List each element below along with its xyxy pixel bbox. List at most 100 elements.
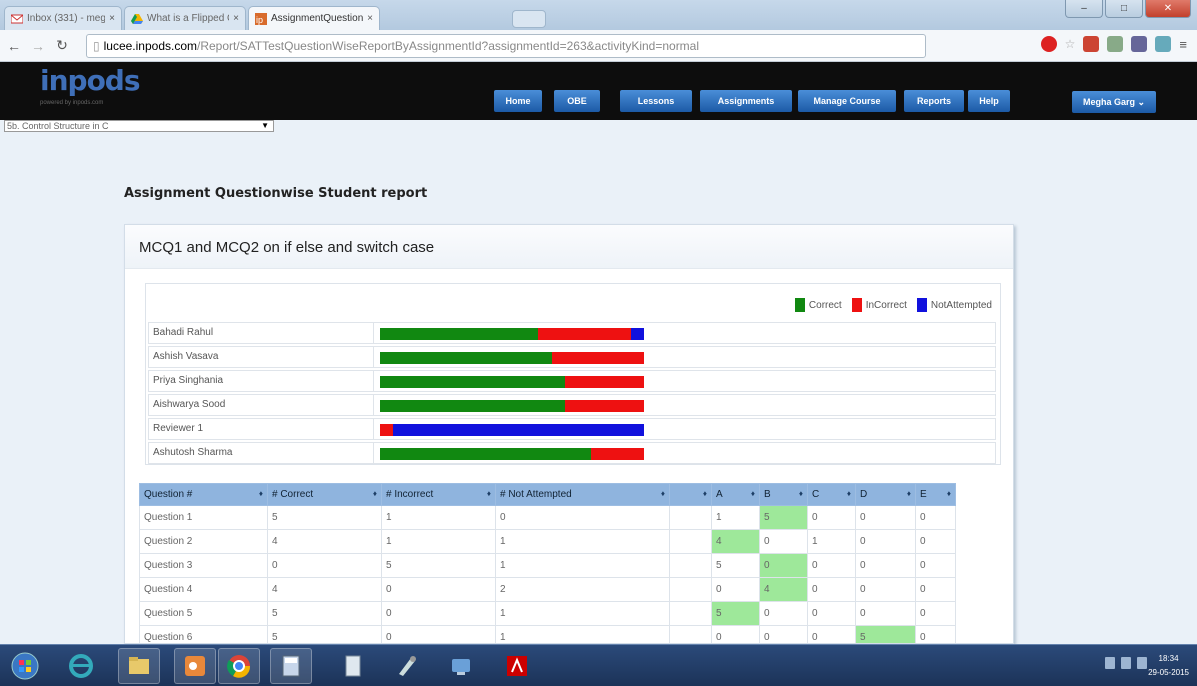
sort-icon[interactable]: ♦ (487, 489, 491, 498)
taskbar-button[interactable] (118, 648, 160, 684)
browser-tab-bar: Inbox (331) - meghagarg × What is a Flip… (0, 0, 1197, 30)
tray-icon[interactable] (1121, 657, 1131, 669)
extension-icon[interactable] (1083, 36, 1100, 52)
taskbar-button[interactable] (270, 648, 312, 684)
table-cell: 1 (381, 505, 496, 530)
column-header[interactable]: C ♦ (807, 483, 856, 506)
nav-obe[interactable]: OBE (554, 90, 600, 112)
forward-arrow-icon[interactable]: → (28, 34, 48, 58)
stacked-bar (380, 400, 644, 412)
user-menu-button[interactable]: Megha Garg ⌄ (1072, 91, 1156, 113)
column-header[interactable]: ♦ (669, 483, 712, 506)
student-name: Aishwarya Sood (153, 399, 226, 410)
menu-icon[interactable]: ≡ (1179, 37, 1187, 52)
sort-icon[interactable]: ♦ (703, 489, 707, 498)
table-cell (669, 577, 712, 602)
bar-segment-notattempted (630, 328, 644, 340)
taskbar-button[interactable] (174, 648, 216, 684)
reload-icon[interactable]: ↻ (52, 34, 72, 58)
nav-home[interactable]: Home (494, 90, 542, 112)
sort-icon[interactable]: ♦ (847, 489, 851, 498)
column-header[interactable]: B ♦ (759, 483, 808, 506)
legend-swatch (916, 298, 927, 312)
taskbar-button[interactable] (386, 648, 428, 684)
table-cell: 0 (381, 577, 496, 602)
tab-assignment-report[interactable]: ip AssignmentQuestionWise × (248, 6, 380, 30)
chart-row: Priya Singhania (148, 370, 996, 392)
minimize-button[interactable]: – (1065, 0, 1103, 18)
nav-lessons[interactable]: Lessons (620, 90, 692, 112)
clock[interactable]: 18:34 29-05-2015 (1148, 652, 1189, 680)
nav-reports[interactable]: Reports (904, 90, 964, 112)
table-cell: 0 (711, 577, 760, 602)
table-cell: 0 (807, 625, 856, 643)
chart-row: Reviewer 1 (148, 418, 996, 440)
legend-item-correct: Correct (794, 298, 842, 312)
row-divider (373, 395, 374, 415)
nav-manage-course[interactable]: Manage Course (798, 90, 896, 112)
page-icon: ▯ (93, 39, 100, 53)
table-cell: 4 (711, 529, 760, 554)
table-cell: Question 6 (139, 625, 268, 643)
sort-icon[interactable]: ♦ (947, 489, 951, 498)
taskbar-button[interactable] (218, 648, 260, 684)
inpods-logo[interactable]: inpods (40, 64, 141, 97)
report-panel: MCQ1 and MCQ2 on if else and switch case… (124, 224, 1014, 644)
table-cell: 0 (495, 505, 670, 530)
sort-icon[interactable]: ♦ (751, 489, 755, 498)
column-header[interactable]: # Incorrect ♦ (381, 483, 496, 506)
legend-swatch (794, 298, 805, 312)
taskbar-button[interactable] (60, 648, 102, 684)
column-header[interactable]: Question # ♦ (139, 483, 268, 506)
taskbar-button[interactable] (496, 648, 538, 684)
column-header[interactable]: A ♦ (711, 483, 760, 506)
adblock-icon[interactable] (1040, 36, 1057, 52)
star-icon[interactable]: ☆ (1065, 37, 1076, 51)
taskbar-button[interactable] (440, 648, 482, 684)
course-select[interactable]: 5b. Control Structure in C ▼ (4, 120, 274, 132)
column-header[interactable]: D ♦ (855, 483, 916, 506)
table-cell: 0 (915, 505, 956, 530)
sort-icon[interactable]: ♦ (373, 489, 377, 498)
column-header-label: C (812, 489, 820, 500)
sort-icon[interactable]: ♦ (799, 489, 803, 498)
table-row: Question 305150000 (139, 553, 956, 578)
gmail-icon (11, 14, 23, 23)
nav-help[interactable]: Help (968, 90, 1010, 112)
extension-icon[interactable] (1131, 36, 1148, 52)
extension-icon[interactable] (1107, 36, 1124, 52)
column-header-label: B (764, 489, 771, 500)
new-tab-button[interactable] (512, 10, 546, 28)
address-bar[interactable]: ▯ lucee.inpods.com/Report/SATTestQuestio… (86, 34, 926, 58)
column-header[interactable]: # Not Attempted ♦ (495, 483, 670, 506)
back-arrow-icon[interactable]: ← (4, 34, 24, 58)
tray-icon[interactable] (1105, 657, 1115, 669)
table-cell: 0 (855, 553, 916, 578)
close-icon[interactable]: × (109, 13, 115, 24)
bar-segment-incorrect (380, 424, 394, 436)
table-cell: 0 (915, 601, 956, 626)
maximize-button[interactable]: □ (1105, 0, 1143, 18)
close-icon[interactable]: × (367, 13, 373, 24)
nav-assignments[interactable]: Assignments (700, 90, 792, 112)
window-close-button[interactable]: ✕ (1145, 0, 1191, 18)
table-cell: 5 (267, 505, 382, 530)
extension-icon[interactable] (1155, 36, 1172, 52)
sort-icon[interactable]: ♦ (661, 489, 665, 498)
clock-time: 18:34 (1158, 654, 1179, 663)
sort-icon[interactable]: ♦ (907, 489, 911, 498)
column-header[interactable]: # Correct ♦ (267, 483, 382, 506)
chart-row: Ashutosh Sharma (148, 442, 996, 464)
tab-gmail[interactable]: Inbox (331) - meghagarg × (4, 6, 122, 30)
table-cell: 0 (807, 505, 856, 530)
taskbar-button[interactable] (4, 648, 46, 684)
close-icon[interactable]: × (233, 13, 239, 24)
taskbar-button[interactable] (332, 648, 374, 684)
page-title: Assignment Questionwise Student report (124, 186, 428, 201)
volume-icon[interactable] (1137, 657, 1147, 669)
legend-item-incorrect: InCorrect (851, 298, 907, 312)
legend-label: NotAttempted (930, 299, 992, 311)
column-header[interactable]: E ♦ (915, 483, 956, 506)
tab-drive[interactable]: What is a Flipped Classr × (124, 6, 246, 30)
sort-icon[interactable]: ♦ (259, 489, 263, 498)
